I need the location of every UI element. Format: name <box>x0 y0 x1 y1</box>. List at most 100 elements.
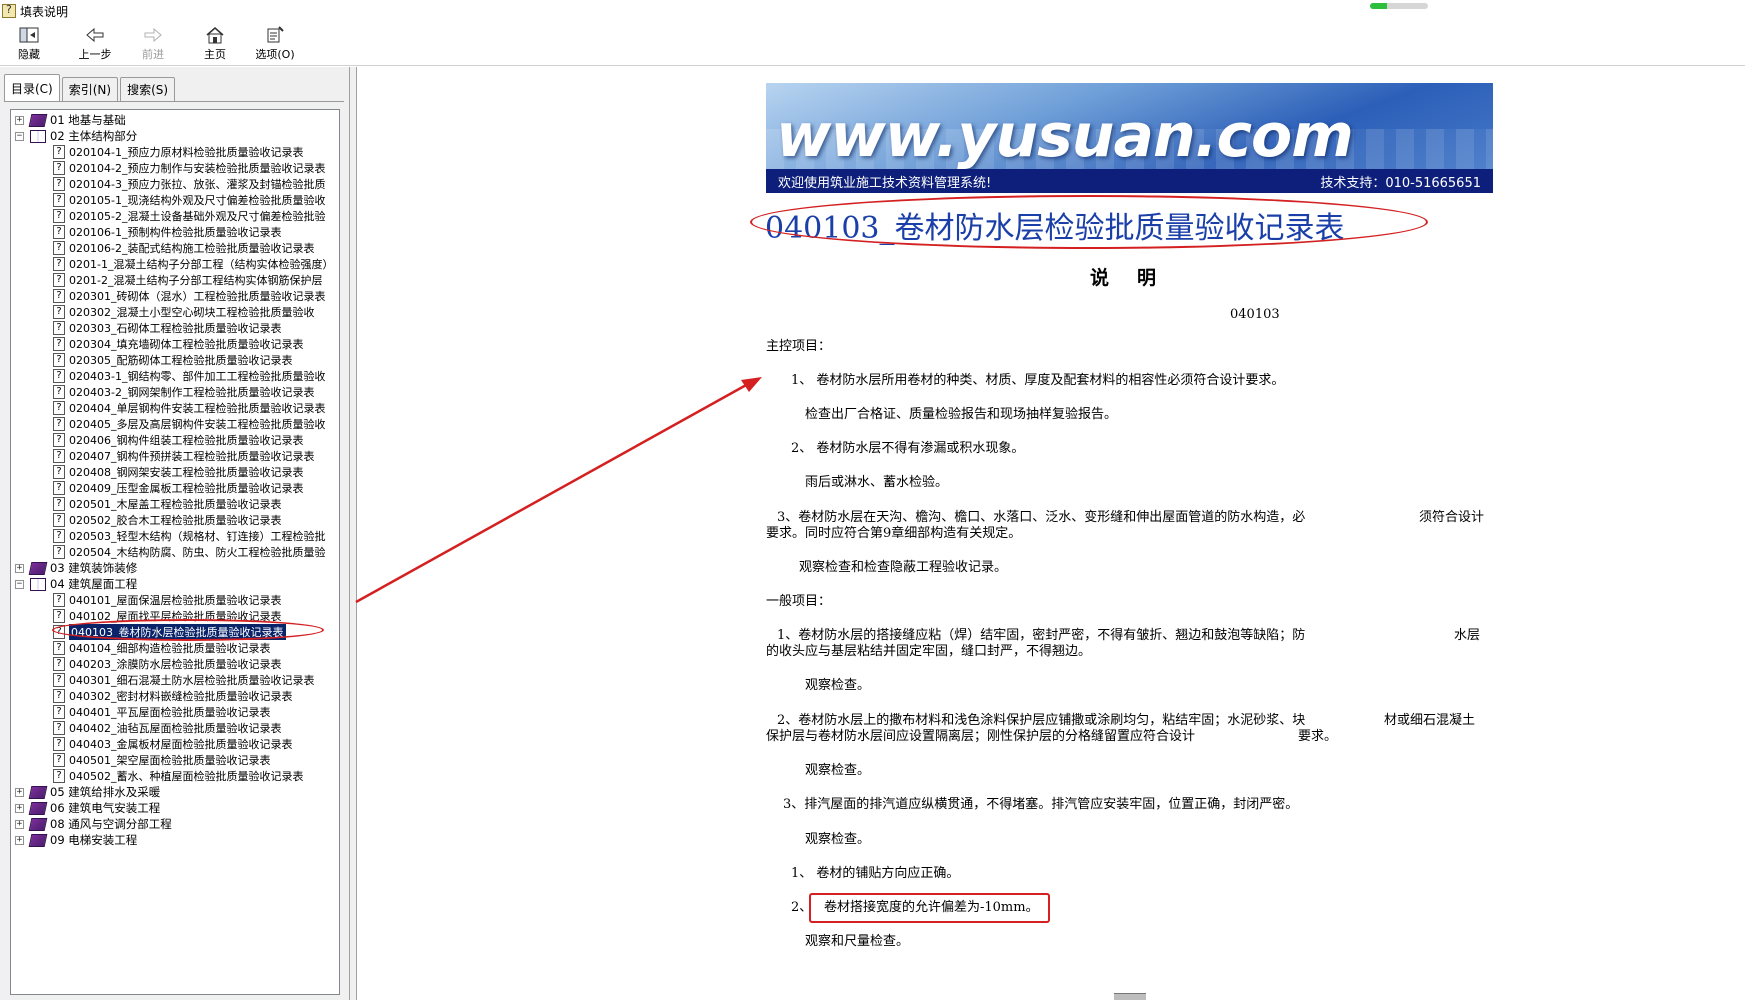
tree-selection-highlight-ellipse <box>52 619 324 641</box>
tree-page-row[interactable]: ? 020105-2_混凝土设备基础外观及尺寸偏差检验批验 <box>13 208 339 224</box>
tree-page-row[interactable]: ? 0201-2_混凝土结构子分部工程结构实体钢筋保护层 <box>13 272 339 288</box>
tree-item-label: 020302_混凝土小型空心砌块工程检验批质量验收 <box>69 306 315 319</box>
tree-page-row[interactable]: ? 040502_蓄水、种植屋面检验批质量验收记录表 <box>13 768 339 784</box>
tree-page-row[interactable]: ? 020404_单层钢构件安装工程检验批质量验收记录表 <box>13 400 339 416</box>
help-page-icon: ? <box>53 753 65 767</box>
tree-page-row[interactable]: ? 040301_细石混凝土防水层检验批质量验收记录表 <box>13 672 339 688</box>
contents-tree-box[interactable]: +01 地基与基础 − 02 主体结构部分? 020104-1_预应力原材料检验批质量… <box>10 109 340 995</box>
collapse-toggle-icon[interactable]: − <box>15 579 24 589</box>
general-item-1-line-1-end: 水层 <box>1454 628 1481 643</box>
tree-item-label: 020502_胶合木工程检验批质量验收记录表 <box>69 514 282 527</box>
home-button[interactable]: 主页 <box>186 22 244 64</box>
closed-book-icon <box>28 801 48 815</box>
help-page-icon: ? <box>53 273 65 287</box>
tree-page-row[interactable]: ? 020104-2_预应力制作与安装检验批质量验收记录表 <box>13 160 339 176</box>
help-page-icon: ? <box>53 209 65 223</box>
hide-button[interactable]: 隐藏 <box>0 22 58 64</box>
tree-page-row[interactable]: ? 020409_压型金属板工程检验批质量验收记录表 <box>13 480 339 496</box>
help-page-icon: ? <box>53 657 65 671</box>
tree-page-row[interactable]: ? 020304_填充墙砌体工程检验批质量验收记录表 <box>13 336 339 352</box>
tree-item-label: 03 建筑装饰装修 <box>50 561 138 575</box>
tree-item-label: 020405_多层及高层钢构件安装工程检验批质量验收 <box>69 418 326 431</box>
tab-contents[interactable]: 目录(C) <box>4 74 60 102</box>
tree-page-row[interactable]: ? 020303_石砌体工程检验批质量验收记录表 <box>13 320 339 336</box>
tree-page-row[interactable]: ? 020406_钢构件组装工程检验批质量验收记录表 <box>13 432 339 448</box>
help-page-icon: ? <box>53 353 65 367</box>
tree-item-label: 06 建筑电气安装工程 <box>50 801 161 815</box>
forward-arrow-icon <box>142 25 164 45</box>
tree-page-row[interactable]: ? 040101_屋面保温层检验批质量验收记录表 <box>13 592 339 608</box>
tree-book-row[interactable]: +06 建筑电气安装工程 <box>13 800 339 816</box>
tree-page-row[interactable]: ? 020104-1_预应力原材料检验批质量验收记录表 <box>13 144 339 160</box>
tree-book-row[interactable]: − 04 建筑屋面工程 <box>13 576 339 592</box>
tree-item-label: 020104-2_预应力制作与安装检验批质量验收记录表 <box>69 162 326 175</box>
title-bar: 填表说明 <box>0 0 1745 22</box>
tree-item-label: 020304_填充墙砌体工程检验批质量验收记录表 <box>69 338 304 351</box>
tree-page-row[interactable]: ? 020408_钢网架安装工程检验批质量验收记录表 <box>13 464 339 480</box>
tree-page-row[interactable]: ? 020403-2_钢网架制作工程检验批质量验收记录表 <box>13 384 339 400</box>
help-page-icon: ? <box>53 337 65 351</box>
tree-page-row[interactable]: ? 020106-2_装配式结构施工检验批质量验收记录表 <box>13 240 339 256</box>
tree-page-row[interactable]: ? 0201-1_混凝土结构子分部工程（结构实体检验强度） <box>13 256 339 272</box>
tree-page-row[interactable]: ? 040501_架空屋面检验批质量验收记录表 <box>13 752 339 768</box>
tree-book-row[interactable]: +09 电梯安装工程 <box>13 832 339 848</box>
tree-page-row[interactable]: ? 020407_钢构件预拼装工程检验批质量验收记录表 <box>13 448 339 464</box>
tree-page-row[interactable]: ? 040403_金属板材屋面检验批质量验收记录表 <box>13 736 339 752</box>
general-item-1-line-1: 1、卷材防水层的搭接缝应粘（焊）结牢固，密封严密，不得有皱折、翘边和鼓泡等缺陷；… <box>777 628 1306 643</box>
help-page-icon: ? <box>53 369 65 383</box>
help-page-icon: ? <box>53 145 65 159</box>
options-button-label: 选项(O) <box>255 48 295 61</box>
tree-page-row[interactable]: ? 020503_轻型木结构（规格材、钉连接）工程检验批 <box>13 528 339 544</box>
tree-item-label: 020407_钢构件预拼装工程检验批质量验收记录表 <box>69 450 315 463</box>
expand-toggle-icon[interactable]: + <box>15 563 24 573</box>
tree-page-row[interactable]: ? 020302_混凝土小型空心砌块工程检验批质量验收 <box>13 304 339 320</box>
tree-page-row[interactable]: ? 020104-3_预应力张拉、放张、灌浆及封锚检验批质 <box>13 176 339 192</box>
tree-page-row[interactable]: ? 040302_密封材料嵌缝检验批质量验收记录表 <box>13 688 339 704</box>
tree-page-row[interactable]: ? 020305_配筋砌体工程检验批质量验收记录表 <box>13 352 339 368</box>
expand-toggle-icon[interactable]: + <box>15 787 24 797</box>
tab-search[interactable]: 搜索(S) <box>120 77 176 101</box>
collapse-toggle-icon[interactable]: − <box>15 131 24 141</box>
tree-book-row[interactable]: +08 通风与空调分部工程 <box>13 816 339 832</box>
tree-page-row[interactable]: ? 020502_胶合木工程检验批质量验收记录表 <box>13 512 339 528</box>
expand-toggle-icon[interactable]: + <box>15 803 24 813</box>
help-page-icon: ? <box>53 481 65 495</box>
help-page-icon: ? <box>53 289 65 303</box>
tree-page-row[interactable]: ? 020403-1_钢结构零、部件加工工程检验批质量验收 <box>13 368 339 384</box>
tree-book-row[interactable]: − 02 主体结构部分 <box>13 128 339 144</box>
tree-page-row[interactable]: ? 040402_油毡瓦屋面检验批质量验收记录表 <box>13 720 339 736</box>
expand-toggle-icon[interactable]: + <box>15 115 24 125</box>
general-item-2-line-1: 2、卷材防水层上的撒布材料和浅色涂料保护层应铺撒或涂刷均匀，粘结牢固；水泥砂浆、… <box>777 713 1306 728</box>
tree-item-label: 020105-2_混凝土设备基础外观及尺寸偏差检验批验 <box>69 210 326 223</box>
general-item-2-line-2: 保护层与卷材防水层间应设置隔离层；刚性保护层的分格缝留置应符合设计 <box>766 729 1196 744</box>
tree-book-row[interactable]: +01 地基与基础 <box>13 112 339 128</box>
help-page-icon: ? <box>53 225 65 239</box>
tree-page-row[interactable]: ? 020105-1_现浇结构外观及尺寸偏差检验批质量验收 <box>13 192 339 208</box>
tree-item-label: 040104_细部构造检验批质量验收记录表 <box>69 642 271 655</box>
help-page-icon: ? <box>53 705 65 719</box>
forward-button[interactable]: 前进 <box>124 22 182 64</box>
tree-page-row[interactable]: ? 040401_平瓦屋面检验批质量验收记录表 <box>13 704 339 720</box>
main-items-heading: 主控项目： <box>766 339 832 354</box>
back-button[interactable]: 上一步 <box>66 22 124 64</box>
tree-item-label: 020105-1_现浇结构外观及尺寸偏差检验批质量验收 <box>69 194 326 207</box>
tree-item-label: 040301_细石混凝土防水层检验批质量验收记录表 <box>69 674 315 687</box>
tree-item-label: 040302_密封材料嵌缝检验批质量验收记录表 <box>69 690 293 703</box>
options-button[interactable]: 选项(O) <box>246 22 304 64</box>
expand-toggle-icon[interactable]: + <box>15 819 24 829</box>
tree-page-row[interactable]: ? 020501_木屋盖工程检验批质量验收记录表 <box>13 496 339 512</box>
tree-page-row[interactable]: ? 020301_砖砌体（混水）工程检验批质量验收记录表 <box>13 288 339 304</box>
tree-page-row[interactable]: ? 040104_细部构造检验批质量验收记录表 <box>13 640 339 656</box>
general-item-1-check: 观察检查。 <box>805 678 871 693</box>
tab-index[interactable]: 索引(N) <box>61 77 119 101</box>
tree-page-row[interactable]: ? 020405_多层及高层钢构件安装工程检验批质量验收 <box>13 416 339 432</box>
tree-book-row[interactable]: +05 建筑给排水及采暖 <box>13 784 339 800</box>
back-arrow-icon <box>84 25 106 45</box>
general-item-1-line-2: 的收头应与基层粘结并固定牢固，缝口封严，不得翘边。 <box>766 644 1092 659</box>
tree-page-row[interactable]: ? 020504_木结构防腐、防虫、防火工程检验批质量验 <box>13 544 339 560</box>
tree-item-label: 020408_钢网架安装工程检验批质量验收记录表 <box>69 466 304 479</box>
tree-page-row[interactable]: ? 040203_涂膜防水层检验批质量验收记录表 <box>13 656 339 672</box>
expand-toggle-icon[interactable]: + <box>15 835 24 845</box>
tree-book-row[interactable]: +03 建筑装饰装修 <box>13 560 339 576</box>
tree-page-row[interactable]: ? 020106-1_预制构件检验批质量验收记录表 <box>13 224 339 240</box>
